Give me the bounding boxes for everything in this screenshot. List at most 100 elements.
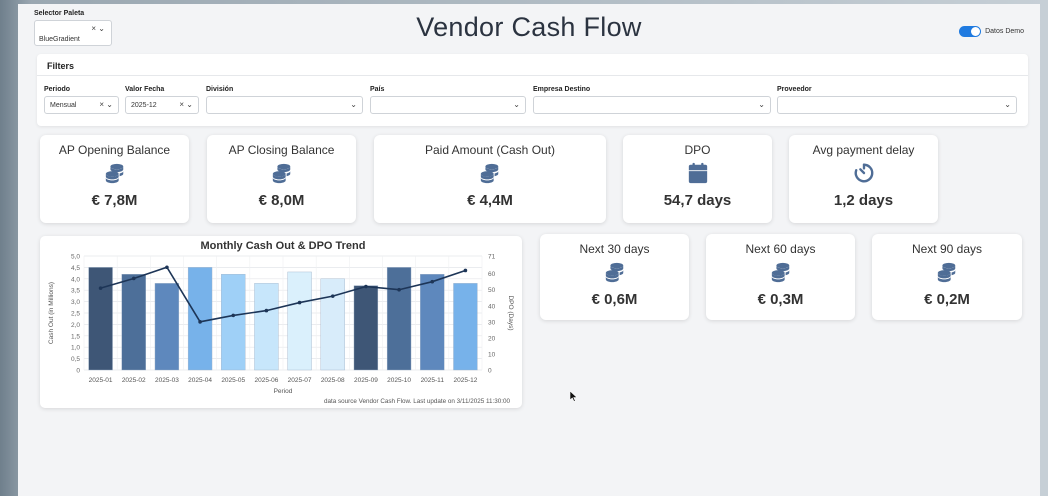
dpo-point <box>364 284 368 289</box>
chart-title: Monthly Cash Out & DPO Trend <box>200 240 365 252</box>
bar <box>353 285 379 371</box>
y-axis-label: Cash Out (in Millions) <box>48 282 55 344</box>
y-tick-label: 3,0 <box>71 299 80 306</box>
kpi-title: AP Closing Balance <box>228 143 335 157</box>
forecast-title: Next 90 days <box>911 242 983 256</box>
kpi-value: € 4,4M <box>467 192 513 209</box>
forecast-value: € 0,3M <box>757 291 804 308</box>
empresa-destino-select[interactable]: ⌄ <box>533 96 771 114</box>
y2-axis-label: DPO (Days) <box>507 295 514 330</box>
filter-label: Empresa Destino <box>533 86 591 93</box>
forecast-card-30: Next 30 days € 0,6M <box>540 234 689 320</box>
timer-icon <box>789 162 938 186</box>
filter-controls[interactable]: × ⌄ <box>179 100 193 109</box>
page-title: Vendor Cash Flow <box>416 12 642 42</box>
filter-controls[interactable]: ⌄ <box>513 100 520 109</box>
filter-label: Valor Fecha <box>125 86 165 93</box>
filter-label: País <box>370 86 385 93</box>
coins-icon <box>207 162 356 186</box>
forecast-title: Next 60 days <box>745 242 816 256</box>
y-tick-label: 1,5 <box>71 333 80 340</box>
bar <box>320 278 345 371</box>
filter-label: Periodo <box>44 86 71 93</box>
y-tick-label: 3,5 <box>71 288 80 295</box>
bar <box>287 271 312 371</box>
calendar-icon <box>623 162 772 186</box>
kpi-title: AP Opening Balance <box>58 143 171 157</box>
y-tick-label: 4,0 <box>71 276 80 283</box>
mouse-cursor-icon <box>569 389 578 407</box>
division-select[interactable]: ⌄ <box>206 96 363 114</box>
x-tick-label: 2025-12 <box>453 377 477 384</box>
bar <box>187 267 213 371</box>
dpo-point <box>264 308 269 313</box>
x-tick-label: 2025-07 <box>288 377 312 384</box>
kpi-title: Paid Amount (Cash Out) <box>424 143 556 157</box>
y-tick-label: 4,5 <box>71 265 80 272</box>
proveedor-select[interactable]: ⌄ <box>777 96 1017 114</box>
dpo-point <box>463 268 468 273</box>
forecast-card-90: Next 90 days € 0,2M <box>872 234 1022 320</box>
kpi-card-avg-delay: Avg payment delay 1,2 days <box>789 135 938 223</box>
kpi-card-ap-opening: AP Opening Balance € 7,8M <box>40 135 189 223</box>
periodo-select[interactable]: Mensual × ⌄ <box>44 96 119 114</box>
dpo-point <box>430 279 435 284</box>
bar <box>453 283 478 371</box>
y-tick-label: 1,0 <box>71 345 80 352</box>
kpi-value: 1,2 days <box>833 192 894 209</box>
demo-toggle[interactable] <box>959 26 982 37</box>
filter-controls[interactable]: ⌄ <box>758 100 765 109</box>
x-tick-label: 2025-03 <box>155 377 179 384</box>
y2-tick-label: 10 <box>488 351 496 358</box>
x-tick-label: 2025-08 <box>321 377 345 384</box>
bar <box>88 267 113 371</box>
chart-footnote: data source Vendor Cash Flow. Last updat… <box>324 398 511 405</box>
y2-tick-label: 0 <box>488 368 492 375</box>
kpi-title: DPO <box>684 143 711 157</box>
filter-proveedor: Proveedor ⌄ <box>777 86 1017 114</box>
filter-periodo: Periodo Mensual × ⌄ <box>44 86 119 114</box>
dpo-point <box>397 287 401 292</box>
coins-icon <box>706 261 855 285</box>
x-tick-label: 2025-10 <box>387 377 411 384</box>
y-tick-label: 2,5 <box>71 311 80 318</box>
dpo-point <box>198 320 202 324</box>
filter-empresa-destino: Empresa Destino ⌄ <box>533 86 771 114</box>
bar <box>121 274 146 371</box>
dpo-point <box>297 300 302 305</box>
y-tick-label: 2,0 <box>71 322 80 329</box>
dpo-point <box>165 265 169 270</box>
y2-tick-label: 30 <box>488 319 496 326</box>
y-tick-label: 5,0 <box>71 254 80 261</box>
kpi-value: € 8,0M <box>258 192 305 209</box>
dpo-point <box>131 276 136 281</box>
bar <box>254 283 279 371</box>
filter-controls[interactable]: × ⌄ <box>99 100 113 109</box>
valor-fecha-select[interactable]: 2025-12 × ⌄ <box>125 96 199 114</box>
x-tick-label: 2025-01 <box>89 377 113 384</box>
coins-icon <box>540 261 689 285</box>
coins-icon <box>40 162 189 186</box>
coins-icon <box>374 162 606 186</box>
cashout-dpo-chart: Monthly Cash Out & DPO Trend 0 0,5 1,0 1,5 2,… <box>48 240 514 405</box>
x-tick-label: 2025-09 <box>354 377 378 384</box>
bar <box>221 274 246 371</box>
pais-select[interactable]: ⌄ <box>370 96 526 114</box>
dpo-point <box>231 313 236 318</box>
kpi-value: 54,7 days <box>663 192 732 209</box>
filter-value: Mensual <box>50 102 77 109</box>
filters-panel: Filters Periodo Mensual × ⌄ Valor Fecha … <box>37 54 1028 126</box>
forecast-value: € 0,6M <box>591 291 638 308</box>
y2-tick-label: 20 <box>488 335 496 342</box>
filter-controls[interactable]: ⌄ <box>1004 100 1011 109</box>
filter-division: División ⌄ <box>206 86 363 114</box>
kpi-value: € 7,8M <box>91 192 138 209</box>
bar <box>386 267 412 371</box>
y-tick-label: 0,5 <box>71 356 80 363</box>
filter-controls[interactable]: ⌄ <box>350 100 357 109</box>
x-axis-label: Period <box>274 388 293 395</box>
filter-pais: País ⌄ <box>370 86 526 114</box>
forecast-value: € 0,2M <box>924 291 970 308</box>
forecast-card-60: Next 60 days € 0,3M <box>706 234 855 320</box>
y2-tick-label: 50 <box>488 287 496 294</box>
